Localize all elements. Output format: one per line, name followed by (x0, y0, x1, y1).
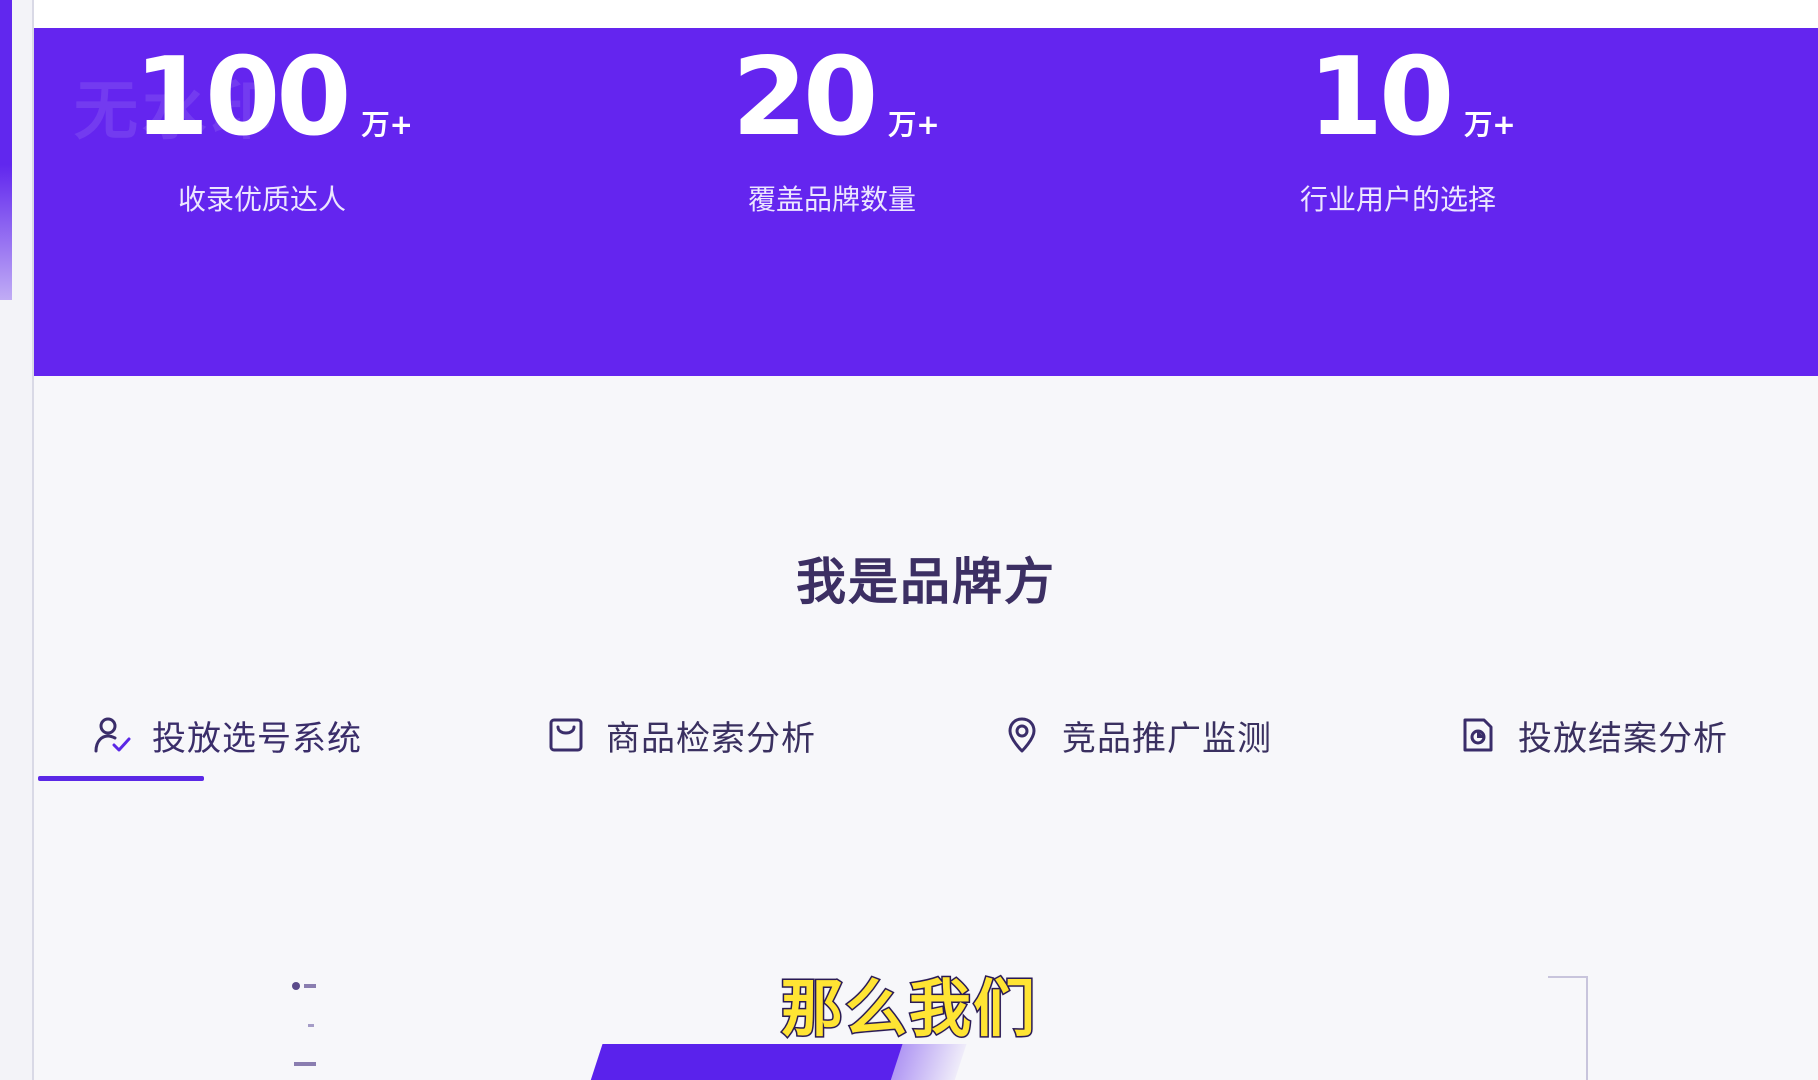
stat-unit: 万+ (888, 108, 940, 141)
stat-label: 收录优质达人 (178, 183, 347, 216)
tab-label: 投放结案分析 (1518, 718, 1728, 759)
tab-campaign-report-analysis[interactable]: 投放结案分析 (1458, 700, 1728, 770)
tab-competitor-monitoring[interactable]: 竞品推广监测 (1002, 700, 1272, 770)
page: 无水印 100 万+ 收录优质达人 20 万+ 覆盖品牌数量 10 万+ 行业用户的选… (0, 0, 1818, 1080)
shopping-bag-icon (546, 715, 586, 755)
left-sidebar-edge (0, 0, 34, 1080)
decorative-banner-fade (873, 1044, 967, 1080)
decorative-banner-shape (589, 1044, 903, 1080)
document-chart-icon (1458, 715, 1498, 755)
tab-label: 商品检索分析 (606, 718, 816, 759)
stat-unit: 万+ (361, 108, 413, 141)
stat-number-row: 100 万+ (134, 38, 413, 158)
location-pin-icon (1002, 715, 1042, 755)
tab-label: 投放选号系统 (152, 718, 362, 759)
stat-label: 行业用户的选择 (1300, 183, 1497, 216)
stat-number: 10 (1308, 35, 1454, 160)
video-subtitle: 那么我们 (779, 971, 1037, 1047)
stat-unit: 万+ (1464, 108, 1516, 141)
stats-banner: 无水印 100 万+ 收录优质达人 20 万+ 覆盖品牌数量 10 万+ 行业用户的选… (34, 28, 1818, 376)
feature-tabs: 投放选号系统 商品检索分析 竞品推广监测 投放结案分析 (34, 700, 1818, 790)
stat-number: 20 (732, 35, 878, 160)
stat-number: 100 (134, 35, 351, 160)
tab-product-search-analysis[interactable]: 商品检索分析 (546, 700, 816, 770)
stat-label: 覆盖品牌数量 (748, 183, 917, 216)
tab-ad-selection-system[interactable]: 投放选号系统 (92, 700, 362, 770)
user-check-icon (92, 715, 132, 755)
top-strip (34, 0, 1818, 28)
active-tab-indicator (38, 776, 204, 781)
section-title: 我是品牌方 (796, 553, 1056, 611)
stat-number-row: 20 万+ (732, 38, 940, 158)
left-accent-bar (0, 0, 12, 300)
tab-label: 竞品推广监测 (1062, 718, 1272, 759)
stat-number-row: 10 万+ (1308, 38, 1516, 158)
